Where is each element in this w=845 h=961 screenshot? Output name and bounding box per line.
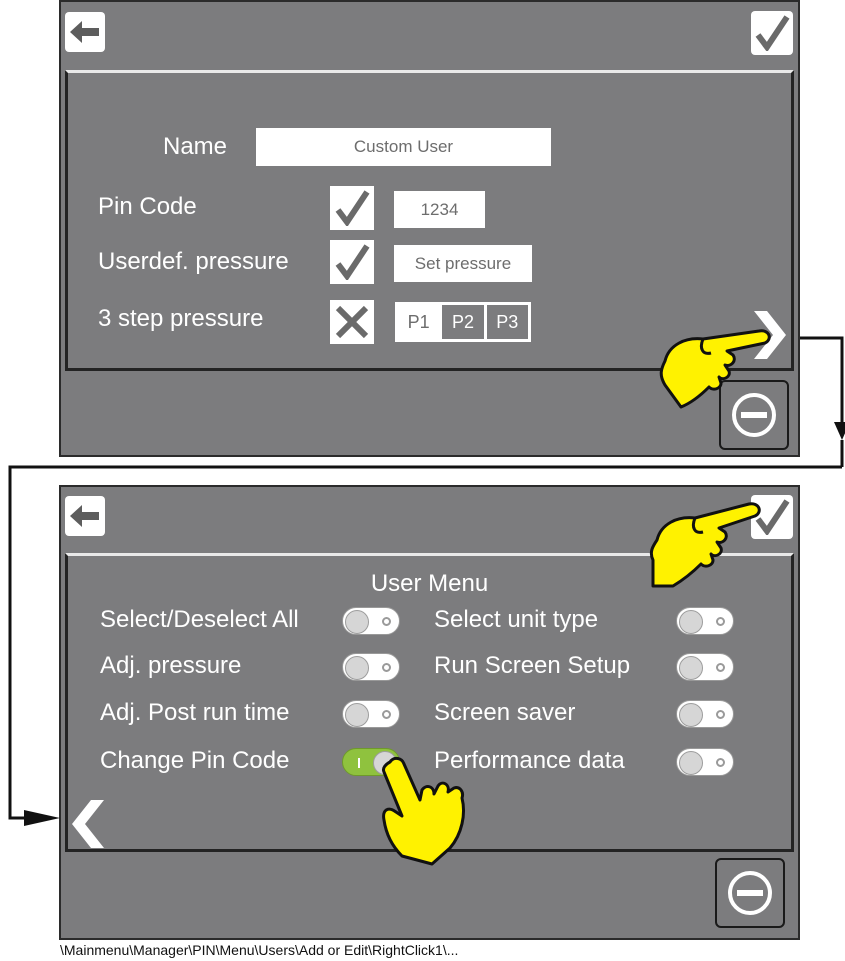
arrow-down-icon xyxy=(834,422,845,440)
pointing-hand-icon xyxy=(649,502,761,588)
pointing-hand-icon xyxy=(659,329,771,409)
pointing-hand-icon xyxy=(382,756,465,866)
path-caption: \Mainmenu\Manager\PIN\Menu\Users\Add or … xyxy=(60,942,459,958)
arrow-right-icon xyxy=(24,810,60,826)
